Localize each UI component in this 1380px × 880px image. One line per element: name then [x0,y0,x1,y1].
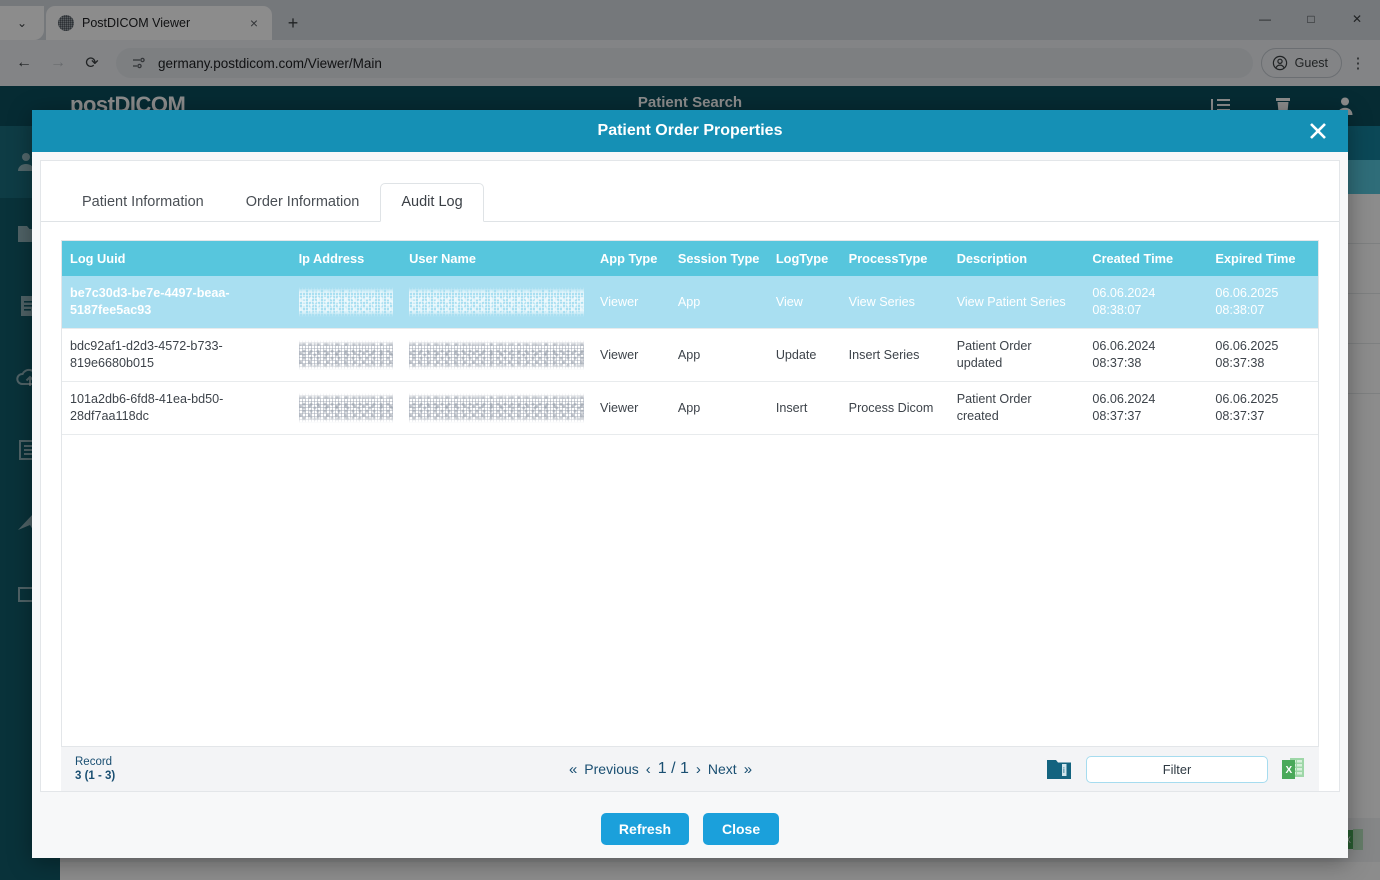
cell-log-uuid: bdc92af1-d2d3-4572-b733-819e6680b015 [62,329,291,382]
cell-ip-address [291,329,402,382]
column-process-type[interactable]: ProcessType [841,241,949,276]
record-label: Record [75,755,275,769]
cell-process-type: Insert Series [841,329,949,382]
column-created-time[interactable]: Created Time [1084,241,1207,276]
table-row[interactable]: bdc92af1-d2d3-4572-b733-819e6680b015 Vie… [62,329,1318,382]
record-count: Record 3 (1 - 3) [75,755,275,784]
previous-page-button[interactable]: Previous [584,761,638,777]
dialog-tabs: Patient Information Order Information Au… [41,161,1339,222]
cell-ip-address [291,382,402,435]
dialog-header: Patient Order Properties [32,110,1348,152]
browser-window: ⌄ PostDICOM Viewer × + — □ ✕ ← → ⟳ germa… [0,0,1380,880]
cell-process-type: View Series [841,276,949,329]
cell-created-time: 06.06.2024 08:38:07 [1084,276,1207,329]
table-row[interactable]: be7c30d3-be7e-4497-beaa-5187fee5ac93 Vie… [62,276,1318,329]
tab-order-information[interactable]: Order Information [225,183,381,222]
svg-text:X: X [1286,765,1293,776]
cell-log-uuid: be7c30d3-be7e-4497-beaa-5187fee5ac93 [62,276,291,329]
chevron-left-icon[interactable]: ‹ [646,761,651,778]
cell-created-time: 06.06.2024 08:37:38 [1084,329,1207,382]
cell-description: Patient Order created [949,382,1085,435]
folder-info-icon[interactable]: i [1046,757,1072,781]
cell-user-name [401,276,592,329]
cell-ip-address [291,276,402,329]
audit-log-table: Log Uuid Ip Address User Name App Type S… [62,241,1318,435]
cell-log-type: Insert [768,382,841,435]
table-header-row: Log Uuid Ip Address User Name App Type S… [62,241,1318,276]
redacted-value [299,287,394,317]
cell-expired-time: 06.06.2025 08:37:38 [1207,329,1318,382]
excel-icon[interactable]: X [1282,757,1305,782]
filter-button[interactable]: Filter [1086,756,1268,783]
redacted-value [409,287,584,317]
tab-patient-information[interactable]: Patient Information [61,183,225,222]
grid-footer: Record 3 (1 - 3) « Previous ‹ 1 / 1 › Ne… [61,747,1319,791]
cell-created-time: 06.06.2024 08:37:37 [1084,382,1207,435]
column-app-type[interactable]: App Type [592,241,670,276]
column-session-type[interactable]: Session Type [670,241,768,276]
cell-log-uuid: 101a2db6-6fd8-41ea-bd50-28df7aa118dc [62,382,291,435]
dialog-actions: Refresh Close [32,800,1348,858]
audit-log-panel: Log Uuid Ip Address User Name App Type S… [41,222,1339,747]
redacted-value [299,393,394,423]
footer-actions: i Filter X [1046,756,1305,783]
cell-expired-time: 06.06.2025 08:37:37 [1207,382,1318,435]
chevron-right-icon[interactable]: › [696,761,701,778]
cell-app-type: Viewer [592,329,670,382]
table-row[interactable]: 101a2db6-6fd8-41ea-bd50-28df7aa118dc Vie… [62,382,1318,435]
last-page-icon[interactable]: » [744,761,752,778]
column-description[interactable]: Description [949,241,1085,276]
next-page-button[interactable]: Next [708,761,737,777]
cell-log-type: View [768,276,841,329]
tab-audit-log[interactable]: Audit Log [380,183,483,222]
grid-empty-space [62,435,1318,746]
column-log-type[interactable]: LogType [768,241,841,276]
redacted-value [409,340,584,370]
column-expired-time[interactable]: Expired Time [1207,241,1318,276]
dialog-title: Patient Order Properties [598,122,783,140]
close-button[interactable]: Close [703,813,779,845]
svg-text:i: i [1063,766,1065,775]
close-icon[interactable] [1304,117,1332,145]
patient-order-properties-dialog: Patient Order Properties Patient Informa… [32,110,1348,858]
cell-app-type: Viewer [592,276,670,329]
dialog-body: Patient Information Order Information Au… [40,160,1340,792]
refresh-button[interactable]: Refresh [601,813,689,845]
cell-expired-time: 06.06.2025 08:38:07 [1207,276,1318,329]
column-ip-address[interactable]: Ip Address [291,241,402,276]
column-log-uuid[interactable]: Log Uuid [62,241,291,276]
audit-log-grid: Log Uuid Ip Address User Name App Type S… [61,240,1319,747]
cell-process-type: Process Dicom [841,382,949,435]
record-value: 3 (1 - 3) [75,770,115,782]
cell-session-type: App [670,329,768,382]
cell-description: Patient Order updated [949,329,1085,382]
cell-app-type: Viewer [592,382,670,435]
cell-session-type: App [670,276,768,329]
cell-log-type: Update [768,329,841,382]
column-user-name[interactable]: User Name [401,241,592,276]
redacted-value [299,340,394,370]
cell-description: View Patient Series [949,276,1085,329]
cell-session-type: App [670,382,768,435]
redacted-value [409,393,584,423]
page-indicator: 1 / 1 [658,760,689,778]
pagination: « Previous ‹ 1 / 1 › Next » [275,760,1046,778]
first-page-icon[interactable]: « [569,761,577,778]
cell-user-name [401,329,592,382]
cell-user-name [401,382,592,435]
